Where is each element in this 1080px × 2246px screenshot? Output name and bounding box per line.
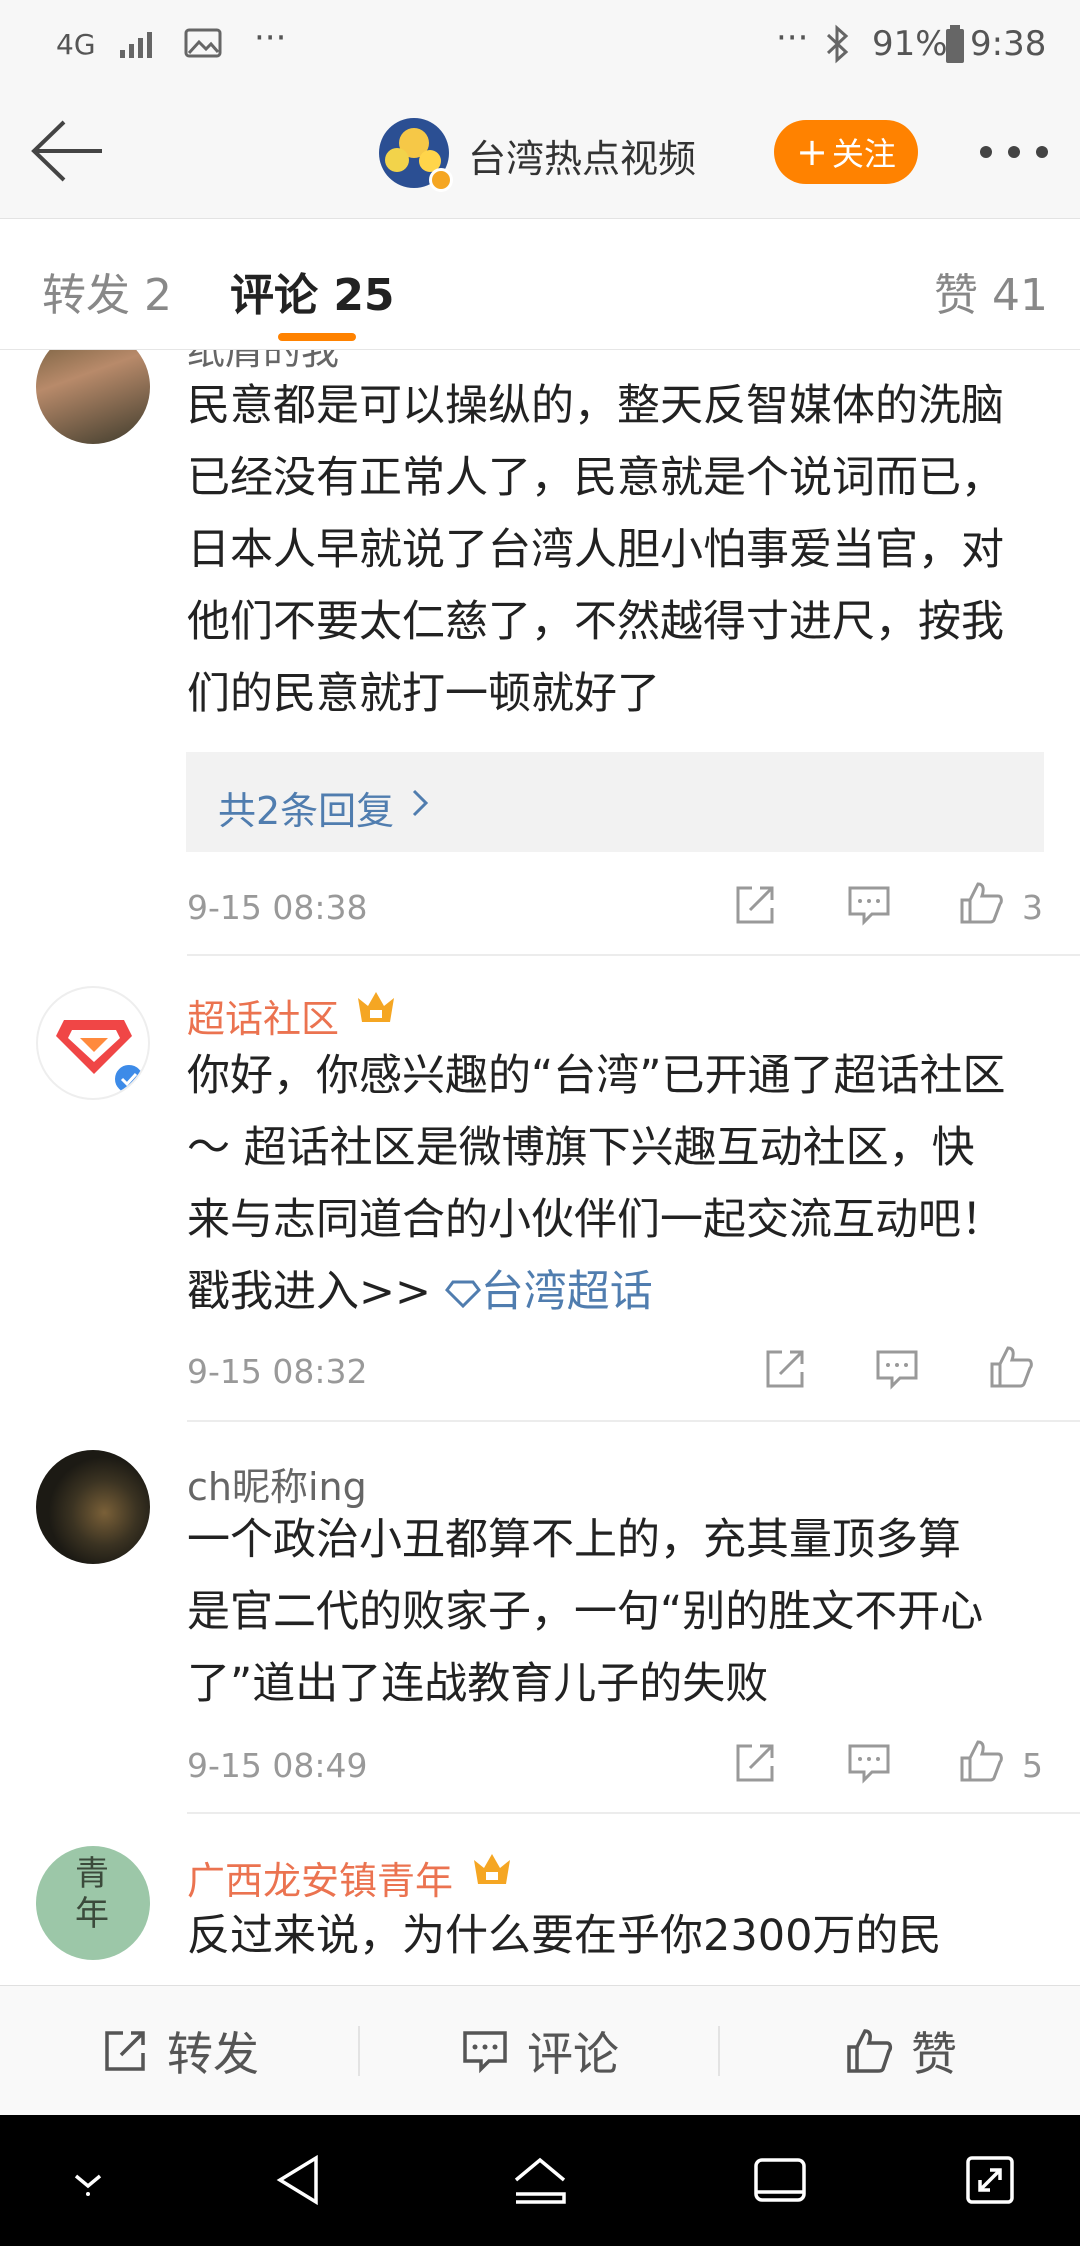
nav-home-icon[interactable] [510, 2150, 570, 2210]
tab-likes[interactable]: 赞 41 [934, 259, 1048, 323]
account-avatar[interactable] [379, 118, 453, 192]
comment-text: 一个政治小丑都算不上的，充其量顶多算 是官二代的败家子，一句“别的胜文不开心 了… [187, 1515, 984, 1709]
like-count: 5 [1022, 1746, 1043, 1785]
bottom-action-bar: 转发 评论 赞 [0, 1985, 1080, 2116]
comment-item: 纸屑的我 民意都是可以操纵的，整天反智媒体的洗脑 已经没有正常人了，民意就是个说… [0, 350, 1080, 954]
avatar[interactable] [36, 350, 150, 444]
chevron-right-icon [412, 789, 429, 817]
battery-percent: 91% [872, 24, 948, 64]
expand-icon[interactable] [960, 2150, 1020, 2210]
status-bar: 4G ··· ··· 91% 9:38 [0, 0, 1080, 88]
share-icon[interactable] [730, 1738, 780, 1788]
like-count: 3 [1022, 888, 1043, 927]
replies-box[interactable]: 共2条回复 [186, 752, 1044, 852]
share-icon[interactable] [730, 880, 780, 930]
header: 台湾热点视频 + 关注 [0, 88, 1080, 219]
tab-bar: 转发 2 评论 25 赞 41 [0, 219, 1080, 350]
supertopic-link[interactable]: 台湾超话 [444, 1267, 653, 1317]
like-button[interactable]: 赞 [720, 1986, 1080, 2116]
like-icon [847, 2029, 893, 2073]
more-status: ··· [776, 18, 809, 58]
comment-username[interactable]: 超话社区 [187, 988, 339, 1043]
network-indicator: 4G [56, 28, 96, 61]
divider [187, 1420, 1080, 1422]
comment-text: 你好，你感兴趣的“台湾”已开通了超话社区 ～ 超话社区是微博旗下兴趣互动社区，快… [187, 1051, 1006, 1317]
divider [187, 1812, 1080, 1814]
bluetooth-icon [826, 24, 849, 64]
follow-button[interactable]: + 关注 [774, 120, 918, 184]
avatar[interactable]: 青年 [36, 1846, 150, 1960]
share-icon[interactable] [760, 1344, 810, 1394]
back-arrow-icon[interactable] [30, 118, 104, 184]
clock: 9:38 [970, 24, 1047, 64]
plus-icon: + [796, 130, 828, 174]
repost-icon [105, 2031, 145, 2071]
battery-icon [946, 25, 964, 63]
repost-button[interactable]: 转发 [0, 1986, 358, 2116]
tab-comments[interactable]: 评论 25 [230, 259, 395, 323]
comment-icon[interactable] [844, 1738, 894, 1788]
like-icon[interactable] [986, 1342, 1036, 1392]
verified-badge-icon [112, 1062, 146, 1096]
image-icon [184, 28, 222, 58]
like-icon[interactable] [956, 1736, 1006, 1786]
like-icon[interactable] [956, 878, 1006, 928]
comment-button[interactable]: 评论 [360, 1986, 718, 2116]
verified-badge-icon [429, 168, 453, 192]
comment-icon [463, 2031, 507, 2074]
active-tab-indicator [278, 333, 356, 341]
comment-time: 9-15 08:38 [187, 888, 368, 927]
comment-text: 反过来说，为什么要在乎你2300万的民 [187, 1911, 942, 1961]
avatar[interactable] [36, 986, 150, 1100]
nav-back-icon[interactable] [270, 2150, 330, 2210]
chevron-down-icon[interactable] [58, 2150, 118, 2210]
comment-text: 民意都是可以操纵的，整天反智媒体的洗脑 已经没有正常人了，民意就是个说词而已， … [187, 381, 1004, 719]
avatar[interactable] [36, 1450, 150, 1564]
comment-time: 9-15 08:49 [187, 1746, 368, 1785]
view-replies-link[interactable]: 共2条回复 [218, 780, 394, 835]
comment-icon[interactable] [872, 1344, 922, 1394]
divider [187, 954, 1080, 956]
tab-reposts[interactable]: 转发 2 [42, 259, 172, 323]
signal-icon [120, 32, 152, 58]
nav-recents-icon[interactable] [750, 2150, 810, 2210]
system-navigation-bar [0, 2115, 1080, 2246]
crown-badge-icon [474, 1854, 510, 1884]
comment-username[interactable]: 广西龙安镇青年 [187, 1850, 453, 1905]
comment-icon[interactable] [844, 880, 894, 930]
diamond-icon [444, 1280, 481, 1309]
comment-time: 9-15 08:32 [187, 1352, 368, 1391]
more-notifications: ··· [254, 18, 287, 58]
page-title: 台湾热点视频 [468, 137, 697, 181]
crown-badge-icon [358, 992, 394, 1022]
more-options-icon[interactable] [980, 146, 1050, 160]
comment-username[interactable]: ch昵称ing [187, 1456, 367, 1511]
